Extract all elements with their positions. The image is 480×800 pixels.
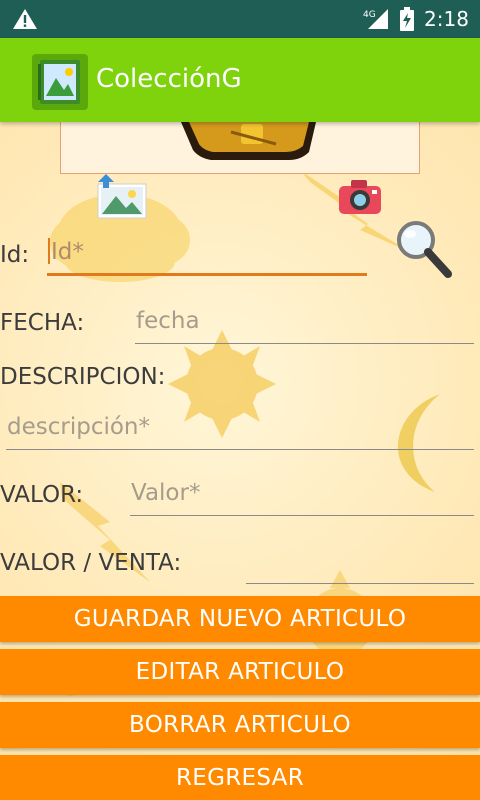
status-bar: 4G 2:18 (0, 0, 480, 38)
form-content: Id: Id* FECHA: fecha DESCRIPCION: descri… (0, 122, 480, 800)
valor-placeholder: Valor* (131, 480, 201, 506)
article-image-frame[interactable] (60, 122, 420, 174)
descripcion-label: DESCRIPCION: (0, 364, 166, 390)
fecha-label: FECHA: (0, 310, 85, 336)
fecha-placeholder: fecha (136, 308, 200, 334)
signal-icon: 4G (363, 9, 388, 29)
camera-icon[interactable] (337, 178, 383, 216)
app-logo-icon (32, 54, 88, 110)
delete-article-button[interactable]: BORRAR ARTICULO (0, 702, 480, 748)
back-button[interactable]: REGRESAR (0, 755, 480, 800)
id-placeholder: Id* (51, 239, 84, 265)
valor-input[interactable]: Valor* (130, 480, 474, 516)
fecha-input[interactable]: fecha (135, 308, 474, 344)
battery-icon (400, 7, 414, 31)
valor-venta-input[interactable] (246, 550, 474, 584)
descripcion-input[interactable]: descripción* (6, 414, 474, 450)
warning-icon (13, 9, 37, 29)
valor-venta-label: VALOR / VENTA: (0, 550, 182, 576)
treasure-chest-image (181, 122, 316, 160)
save-new-article-button[interactable]: GUARDAR NUEVO ARTICULO (0, 596, 480, 642)
text-cursor (48, 238, 50, 264)
valor-label: VALOR: (0, 482, 84, 508)
image-upload-icon[interactable] (96, 174, 148, 220)
edit-article-button[interactable]: EDITAR ARTICULO (0, 649, 480, 695)
descripcion-placeholder: descripción* (7, 414, 151, 440)
app-title: ColecciónG (96, 64, 242, 94)
id-label: Id: (0, 242, 30, 268)
app-bar: ColecciónG (0, 38, 480, 122)
search-icon[interactable] (394, 218, 452, 280)
network-type-label: 4G (363, 10, 376, 20)
clock: 2:18 (424, 7, 469, 31)
id-input[interactable]: Id* (47, 238, 367, 276)
